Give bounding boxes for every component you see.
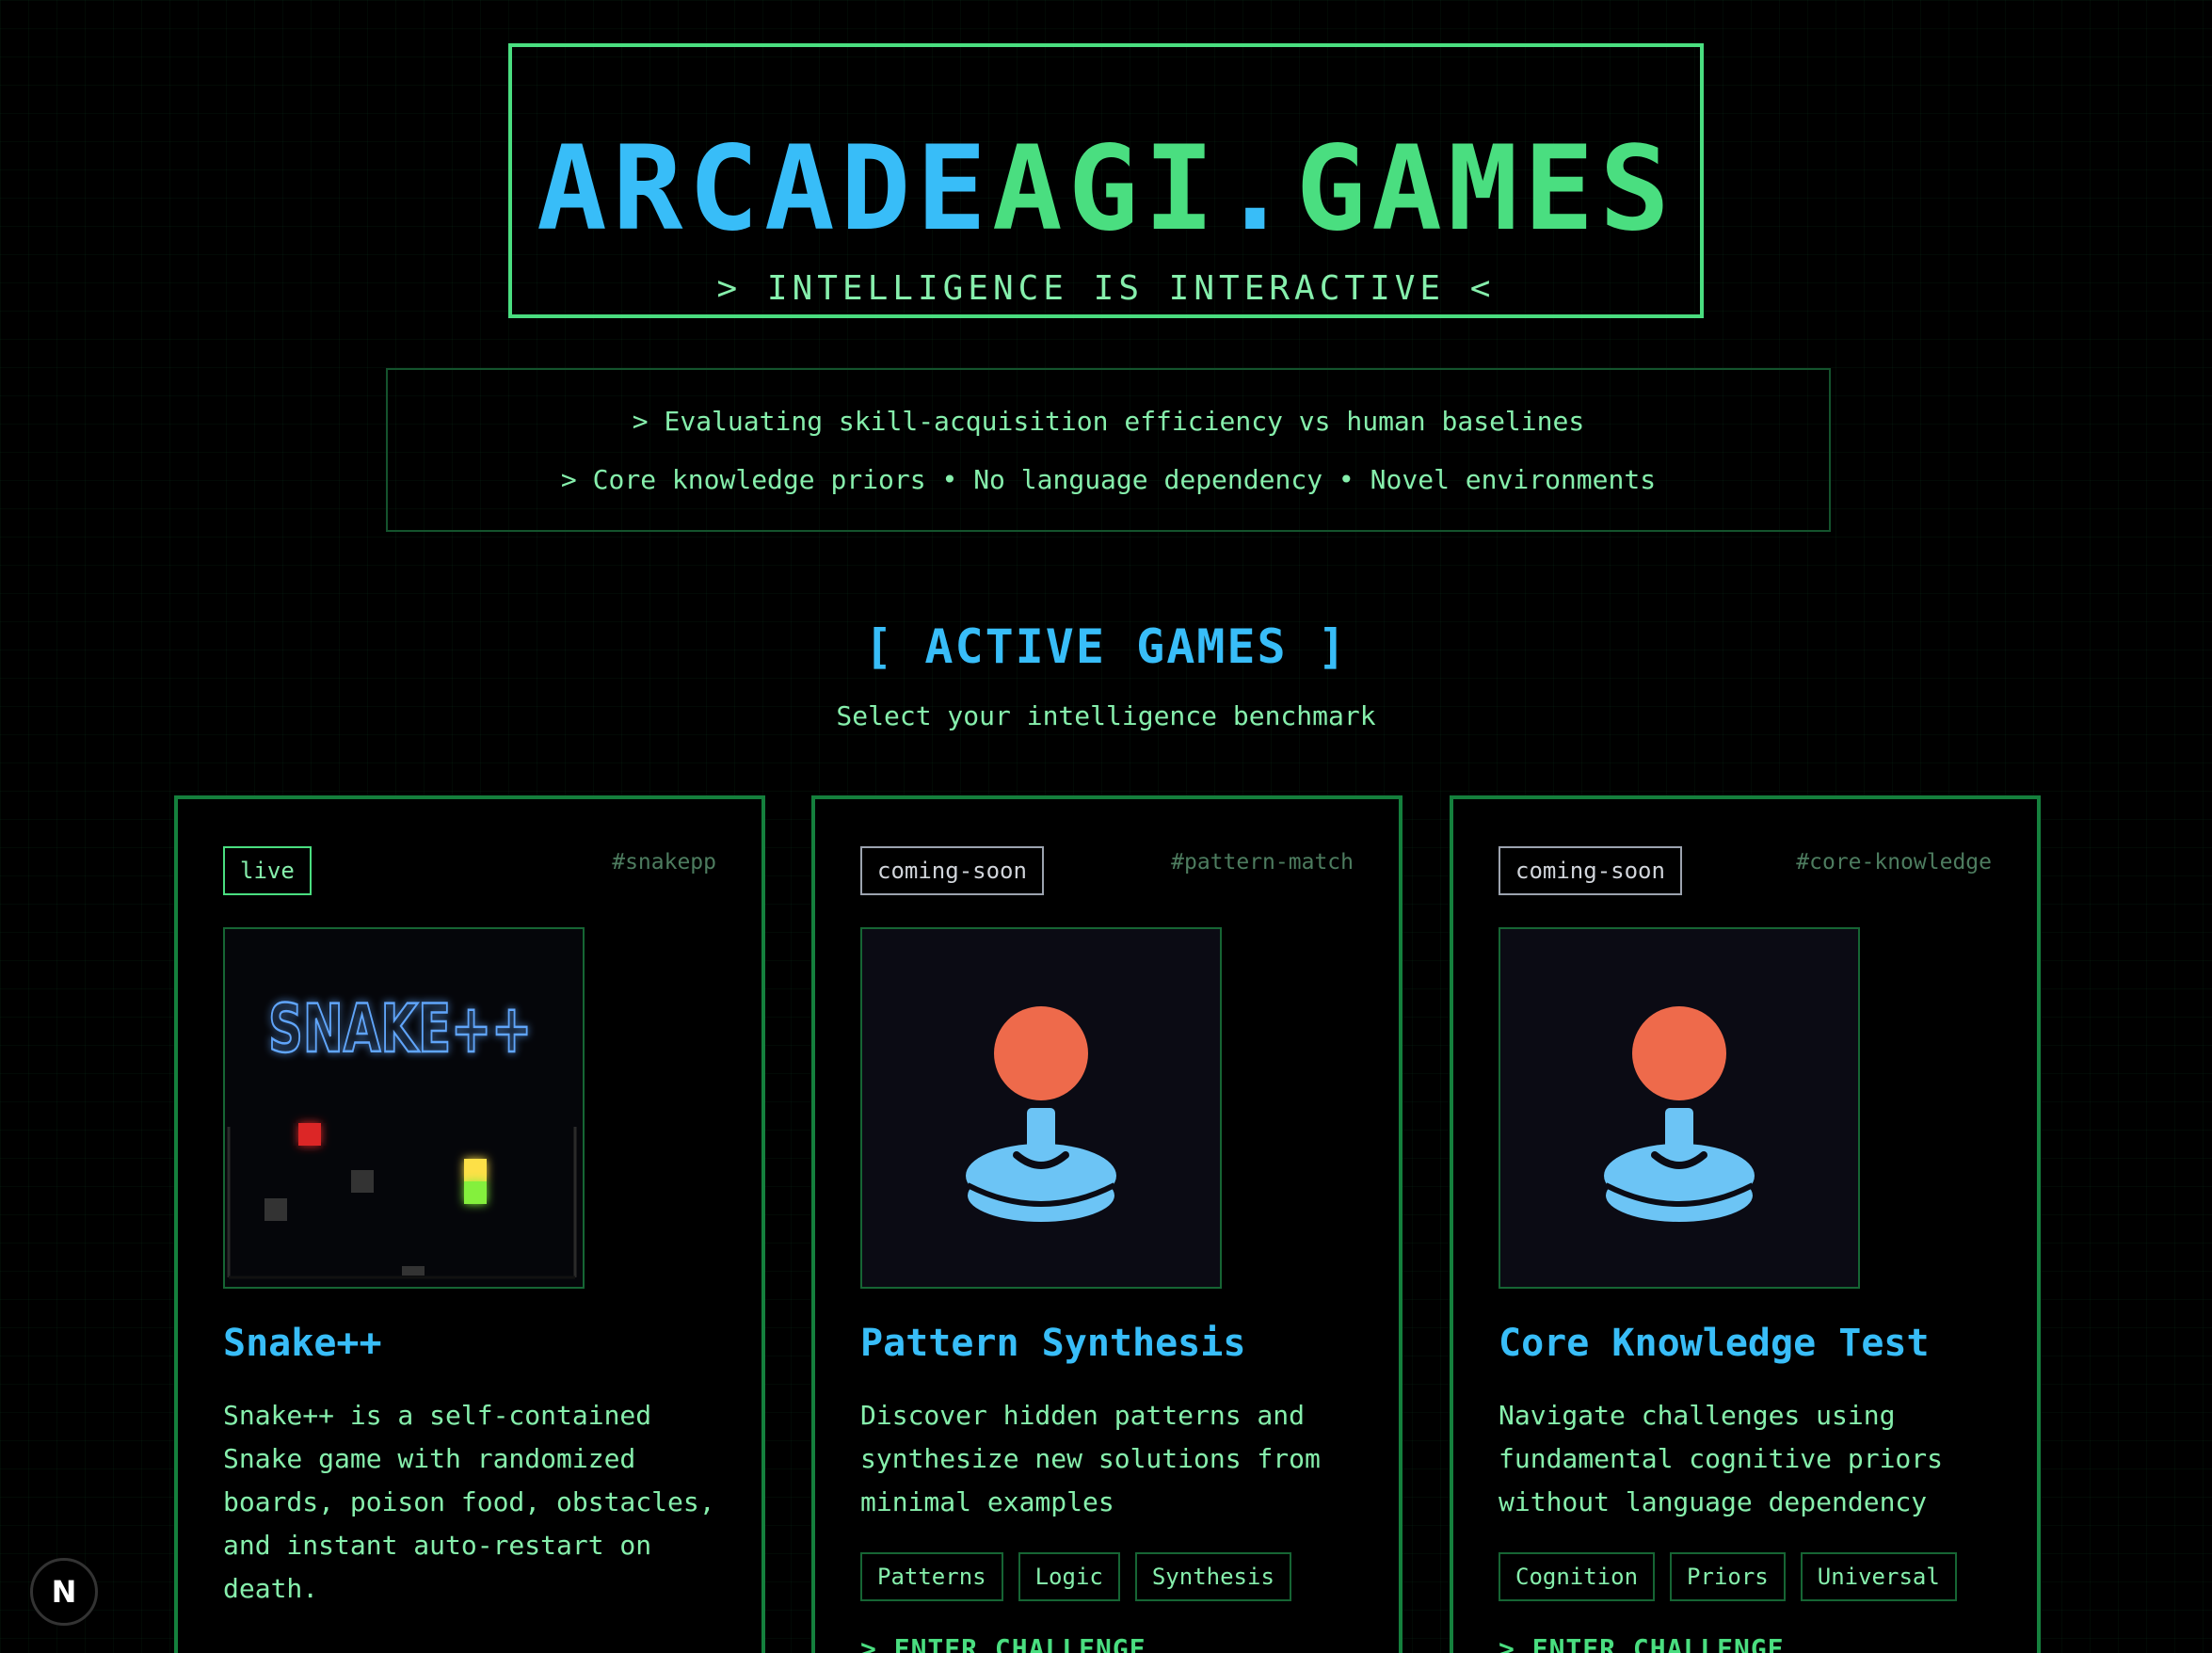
status-badge: live	[223, 846, 312, 895]
tagline: > INTELLIGENCE IS INTERACTIVE <	[716, 269, 1496, 308]
section-subtitle: Select your intelligence benchmark	[836, 700, 1376, 731]
nextjs-dev-badge[interactable]: N	[30, 1558, 98, 1626]
tag: Priors	[1670, 1552, 1786, 1601]
card-description: Navigate challenges using fundamental co…	[1499, 1400, 1944, 1517]
tag-list: Cognition Priors Universal	[1499, 1552, 1957, 1601]
joystick-icon	[862, 929, 1220, 1287]
snake-thumbnail-art: SNAKE++	[225, 929, 583, 1287]
tag: Cognition	[1499, 1552, 1656, 1601]
card-title[interactable]: Pattern Synthesis	[860, 1322, 1245, 1365]
tag: Patterns	[860, 1552, 1003, 1601]
joystick-icon	[1500, 929, 1858, 1287]
card-description: Snake++ is a self-contained Snake game w…	[223, 1400, 715, 1604]
card-hash: #snakepp	[612, 850, 716, 875]
tag: Synthesis	[1134, 1552, 1291, 1601]
card-title[interactable]: Snake++	[223, 1322, 382, 1365]
card-hash: #core-knowledge	[1796, 850, 1992, 875]
info-panel: > Evaluating skill-acquisition efficienc…	[386, 368, 1831, 532]
food-icon	[298, 1123, 321, 1146]
site-header: ARCADEAGI.GAMES > INTELLIGENCE IS INTERA…	[508, 43, 1704, 318]
game-thumbnail[interactable]	[860, 927, 1222, 1289]
title-part-arcade: ARCADE	[537, 121, 993, 257]
enter-challenge-link[interactable]: > ENTER CHALLENGE	[860, 1633, 1146, 1653]
card-description: Discover hidden patterns and synthesize …	[860, 1400, 1321, 1517]
game-card-pattern-synthesis[interactable]: coming-soon #pattern-match Pattern Synth…	[811, 795, 1403, 1653]
site-title[interactable]: ARCADEAGI.GAMES	[512, 128, 1700, 250]
card-hash: #pattern-match	[1171, 850, 1354, 875]
enter-challenge-link[interactable]: > ENTER CHALLENGE	[1499, 1633, 1785, 1653]
card-title[interactable]: Core Knowledge Test	[1499, 1322, 1930, 1365]
section-title: [ ACTIVE GAMES ]	[864, 619, 1348, 674]
thumb-logo-text: SNAKE++	[268, 990, 532, 1067]
game-thumbnail[interactable]: SNAKE++	[223, 927, 585, 1289]
game-card-core-knowledge[interactable]: coming-soon #core-knowledge Core Knowled…	[1450, 795, 2041, 1653]
status-badge: coming-soon	[860, 846, 1044, 895]
title-part-agi: AGI	[992, 121, 1220, 257]
status-badge: coming-soon	[1499, 846, 1682, 895]
title-part-dot: .	[1219, 121, 1296, 257]
info-line-2: > Core knowledge priors • No language de…	[560, 464, 1657, 495]
game-card-snake[interactable]: live #snakepp SNAKE++ Snake++ Snake++ is…	[174, 795, 765, 1653]
tag: Logic	[1018, 1552, 1120, 1601]
game-thumbnail[interactable]	[1499, 927, 1860, 1289]
tag-list: Patterns Logic Synthesis	[860, 1552, 1291, 1601]
title-part-games: GAMES	[1295, 121, 1675, 257]
tag: Universal	[1800, 1552, 1957, 1601]
info-line-1: > Evaluating skill-acquisition efficienc…	[632, 406, 1585, 437]
